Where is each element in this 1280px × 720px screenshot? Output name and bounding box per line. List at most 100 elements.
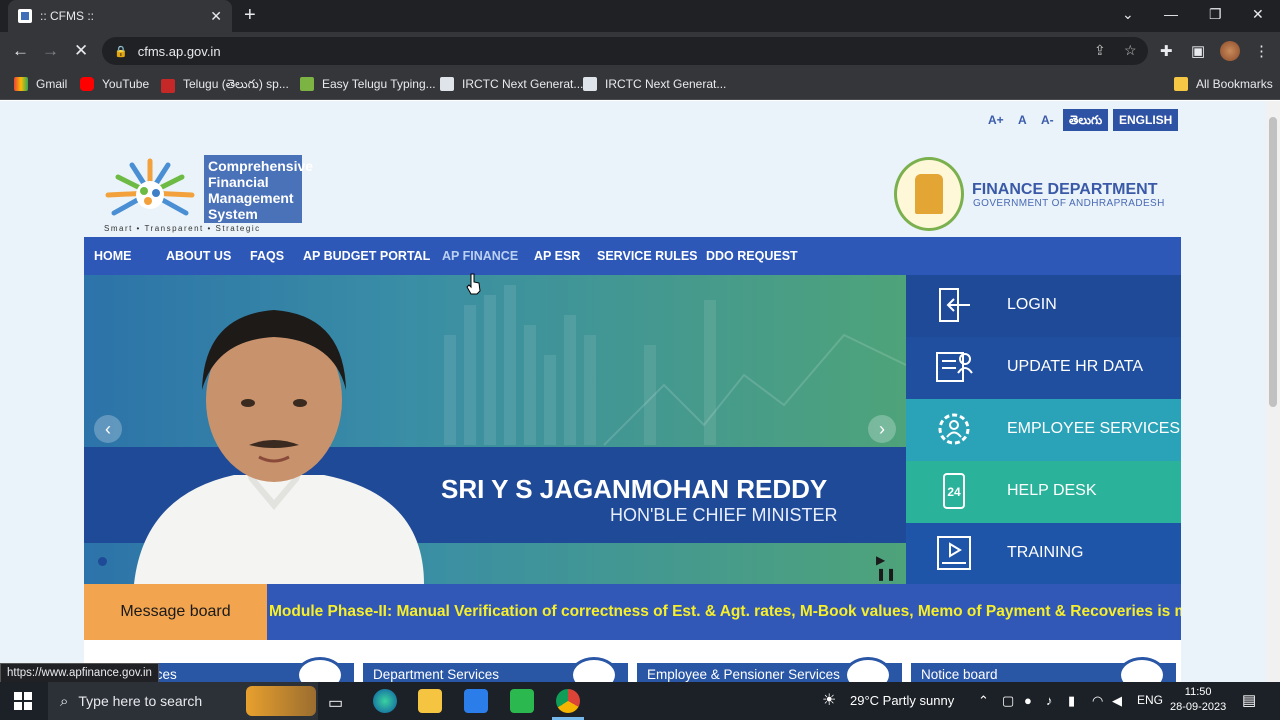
nav-home[interactable]: HOME <box>94 249 132 263</box>
profile-avatar[interactable] <box>1220 41 1240 61</box>
svg-text:24: 24 <box>947 485 961 499</box>
slider-next-icon[interactable]: › <box>868 415 896 443</box>
weather-text[interactable]: 29°C Partly sunny <box>850 693 954 708</box>
gmail-icon <box>14 77 28 91</box>
task-view-icon[interactable]: ▭ <box>328 693 343 713</box>
share-icon[interactable]: ⇪ <box>1094 42 1106 59</box>
bookmark-irctc-1[interactable]: IRCTC Next Generat... <box>440 77 583 91</box>
nav-faqs[interactable]: FAQS <box>250 249 284 263</box>
slider-play-pause-icon[interactable]: ▶ ❚❚ <box>876 553 906 581</box>
lock-icon[interactable]: 🔒 <box>114 45 128 58</box>
font-increase-button[interactable]: A+ <box>988 113 1004 127</box>
bookmark-irctc-2[interactable]: IRCTC Next Generat... <box>583 77 726 91</box>
cfms-logo-text: Comprehensive Financial Management Syste… <box>204 155 313 223</box>
microsoft-store-icon[interactable] <box>464 689 488 713</box>
logo-tagline: Smart • Transparent • Strategic <box>104 224 261 233</box>
hero-slider: SRI Y S JAGANMOHAN REDDY HON'BLE CHIEF M… <box>84 275 906 584</box>
slide-title: HON'BLE CHIEF MINISTER <box>610 505 838 525</box>
stop-loading-icon[interactable]: ✕ <box>74 41 88 61</box>
tab-title: :: CFMS :: <box>40 9 94 23</box>
side-link-help-desk[interactable]: 24 HELP DESK <box>906 461 1181 523</box>
folder-icon <box>1174 77 1188 91</box>
restore-icon[interactable]: ❐ <box>1209 6 1222 23</box>
close-window-icon[interactable]: ✕ <box>1252 6 1264 23</box>
side-link-training[interactable]: TRAINING <box>906 523 1181 585</box>
nav-ap-finance[interactable]: AP FINANCE <box>442 249 518 263</box>
nav-ap-esr[interactable]: AP ESR <box>534 249 580 263</box>
nav-ap-budget-portal[interactable]: AP BUDGET PORTAL <box>303 249 430 263</box>
address-url[interactable]: cfms.ap.gov.in <box>138 44 221 59</box>
windows-start-icon[interactable] <box>14 692 32 710</box>
bookmarks-bar: Gmail YouTube Telugu (తెలుగు) sp... Easy… <box>0 70 1280 100</box>
edge-icon[interactable] <box>373 689 397 713</box>
tab-close-icon[interactable]: ✕ <box>210 8 222 25</box>
browser-tab[interactable]: :: CFMS :: ✕ <box>8 0 232 32</box>
telugu-site-icon <box>161 78 175 93</box>
slide-name: SRI Y S JAGANMOHAN REDDY <box>441 474 828 504</box>
nav-service-rules[interactable]: SERVICE RULES <box>597 249 698 263</box>
web-page: A+ A A- తెలుగు ENGLISH Comprehensive Fin… <box>0 101 1266 682</box>
bookmark-star-icon[interactable]: ☆ <box>1124 42 1137 59</box>
file-explorer-icon[interactable] <box>418 689 442 713</box>
slider-prev-icon[interactable]: ‹ <box>94 415 122 443</box>
easy-telugu-icon <box>300 77 314 91</box>
tab-search-icon[interactable]: ⌄ <box>1122 6 1134 23</box>
bookmark-easy-telugu[interactable]: Easy Telugu Typing... <box>300 77 436 91</box>
gear-person-icon <box>938 413 970 445</box>
nav-about-us[interactable]: ABOUT US <box>166 249 231 263</box>
slider-indicator-dot[interactable] <box>98 557 107 566</box>
show-hidden-icons-icon[interactable]: ⌃ <box>978 693 989 709</box>
ap-government-emblem <box>894 157 964 231</box>
bookmark-telugu-sp[interactable]: Telugu (తెలుగు) sp... <box>161 77 289 94</box>
battery-icon[interactable]: ▮ <box>1068 693 1075 709</box>
input-language[interactable]: ENG <box>1137 693 1163 707</box>
notifications-icon[interactable]: ▤ <box>1242 691 1256 709</box>
irctc-icon <box>583 77 597 91</box>
training-video-icon <box>937 536 971 570</box>
side-link-login[interactable]: LOGIN <box>906 275 1181 337</box>
microphone-icon[interactable]: ♪ <box>1046 693 1053 708</box>
system-clock[interactable]: 11:50 28-09-2023 <box>1170 685 1226 715</box>
message-board-label: Message board <box>84 584 267 640</box>
address-bar[interactable]: 🔒 cfms.ap.gov.in ⇪ ☆ <box>102 37 1148 65</box>
side-panel-icon[interactable]: ▣ <box>1191 42 1205 60</box>
windows-taskbar: ⌕ Type here to search ▭ ☀ 29°C Partly su… <box>0 682 1280 720</box>
youtube-icon <box>80 77 94 91</box>
nav-ddo-request[interactable]: DDO REQUEST <box>706 249 798 263</box>
camera-icon[interactable]: ● <box>1024 693 1032 708</box>
hr-data-icon <box>936 352 973 382</box>
lang-english-button[interactable]: ENGLISH <box>1113 109 1179 131</box>
hand-cursor-icon <box>466 273 481 295</box>
bookmark-gmail[interactable]: Gmail <box>14 77 67 91</box>
help-desk-24-icon: 24 <box>943 473 965 509</box>
weather-icon[interactable]: ☀ <box>822 690 836 710</box>
extensions-icon[interactable]: ✚ <box>1160 42 1173 60</box>
side-link-update-hr-data[interactable]: UPDATE HR DATA <box>906 337 1181 399</box>
taskbar-search-highlight-image <box>246 686 316 716</box>
back-icon[interactable]: ← <box>12 41 29 61</box>
page-scrollbar[interactable] <box>1266 101 1280 682</box>
cfms-logo[interactable]: Comprehensive Financial Management Syste… <box>100 153 313 235</box>
side-link-employee-services[interactable]: EMPLOYEE SERVICES <box>906 399 1181 461</box>
finance-department-title: FINANCE DEPARTMENT <box>972 181 1158 198</box>
emblem-center-icon <box>915 174 943 214</box>
chrome-icon[interactable] <box>556 689 580 713</box>
font-decrease-button[interactable]: A- <box>1041 113 1054 127</box>
all-bookmarks[interactable]: All Bookmarks <box>1174 77 1273 91</box>
taskbar-app-green-icon[interactable] <box>510 689 534 713</box>
minimize-icon[interactable]: — <box>1164 6 1178 22</box>
lang-telugu-button[interactable]: తెలుగు <box>1063 109 1109 131</box>
menu-dots-icon[interactable]: ⋮ <box>1254 42 1269 60</box>
message-ticker[interactable]: Module Phase-II: Manual Verification of … <box>267 584 1181 640</box>
scrollbar-thumb[interactable] <box>1269 117 1277 407</box>
cfms-flower-icon <box>105 158 195 216</box>
volume-icon[interactable]: ◀ <box>1112 693 1122 709</box>
meet-now-icon[interactable]: ▢ <box>1002 693 1014 709</box>
forward-icon[interactable]: → <box>42 41 59 61</box>
wifi-icon[interactable]: ◠ <box>1092 693 1103 709</box>
new-tab-icon[interactable]: + <box>244 4 256 27</box>
search-placeholder: Type here to search <box>78 693 203 709</box>
font-normal-button[interactable]: A <box>1018 113 1027 127</box>
tab-favicon-icon <box>18 9 32 23</box>
bookmark-youtube[interactable]: YouTube <box>80 77 149 91</box>
